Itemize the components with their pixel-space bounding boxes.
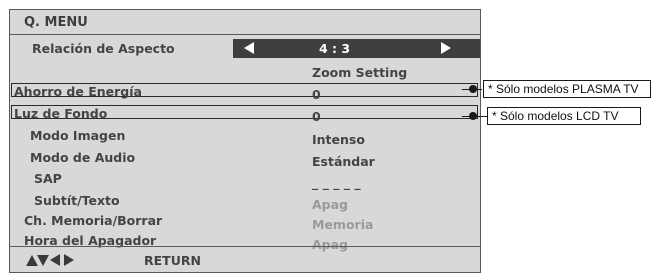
menu-item-aspect-ratio[interactable]: Relación de Aspecto xyxy=(32,41,175,56)
channel-memory-value: Memoria xyxy=(312,217,374,232)
menu-item-picture-mode[interactable]: Modo Imagen xyxy=(30,128,125,143)
menu-item-channel-memory[interactable]: Ch. Memoria/Borrar xyxy=(24,213,162,228)
right-arrow-icon xyxy=(64,254,74,266)
left-arrow-icon[interactable] xyxy=(244,42,254,54)
aspect-ratio-value: 4 : 3 xyxy=(319,41,351,56)
menu-title: Q. MENU xyxy=(24,15,88,30)
lcd-callout-dot xyxy=(469,112,477,120)
down-arrow-icon xyxy=(37,255,49,266)
menu-item-sap[interactable]: SAP xyxy=(34,171,62,186)
sap-value: _ _ _ _ _ xyxy=(312,175,361,190)
sleep-timer-value: Apag xyxy=(312,237,349,252)
menu-item-backlight[interactable]: Luz de Fondo xyxy=(14,106,107,121)
backlight-value: 0 xyxy=(312,109,321,124)
footer-divider xyxy=(10,246,480,247)
return-label[interactable]: RETURN xyxy=(144,253,201,268)
picture-mode-value: Intenso xyxy=(312,132,365,147)
right-arrow-icon[interactable] xyxy=(441,42,451,54)
menu-item-energy-saving[interactable]: Ahorro de Energía xyxy=(14,84,142,99)
aspect-ratio-selector[interactable]: 4 : 3 xyxy=(233,39,480,58)
navigation-arrows xyxy=(26,254,90,268)
energy-saving-value: 0 xyxy=(312,87,321,102)
menu-item-subtitle-text[interactable]: Subtít/Texto xyxy=(34,193,120,208)
title-divider xyxy=(10,34,480,35)
left-arrow-icon xyxy=(50,254,60,266)
plasma-callout-dot xyxy=(469,85,477,93)
audio-mode-value: Estándar xyxy=(312,154,375,169)
quick-menu-panel: Q. MENU Relación de Aspecto 4 : 3 Zoom S… xyxy=(9,9,481,273)
plasma-only-callout: * Sólo modelos PLASMA TV xyxy=(483,80,651,98)
subtitle-text-value: Apag xyxy=(312,197,349,212)
zoom-setting-option[interactable]: Zoom Setting xyxy=(312,65,407,80)
lcd-only-callout: * Sólo modelos LCD TV xyxy=(487,107,641,125)
menu-item-audio-mode[interactable]: Modo de Audio xyxy=(30,150,135,165)
